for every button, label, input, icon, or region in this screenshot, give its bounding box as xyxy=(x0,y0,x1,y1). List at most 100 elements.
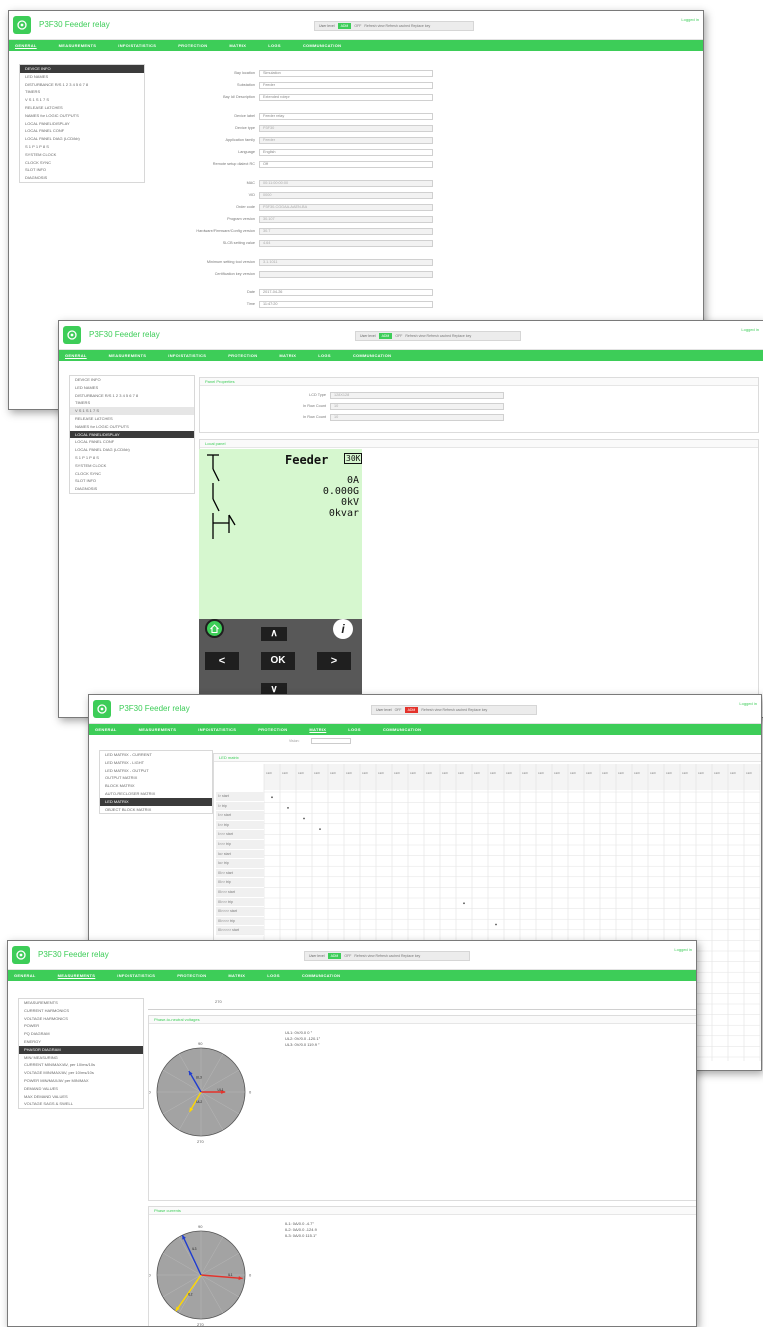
tab-logs[interactable]: LOGS xyxy=(348,727,361,732)
matrix-view-select[interactable] xyxy=(311,738,351,744)
current-phasor-diagram: 90 270 180 0 IL1 IL2 IL3 xyxy=(149,1224,252,1326)
sidebar-item[interactable]: S 1 P 1 P 8 S xyxy=(70,454,194,462)
sidebar-item[interactable]: OUTPUT MATRIX xyxy=(100,774,212,782)
phasor-readout: UL1: 0V/0.0 0 ° UL2: 0V/0.0 -120.1° UL3:… xyxy=(285,1030,320,1048)
field-row: Substation Feeder xyxy=(99,81,433,89)
field-input[interactable]: Off xyxy=(259,160,433,168)
sidebar-item[interactable]: SLOT INFO xyxy=(70,477,194,485)
tab-info-statistics[interactable]: INFO/STATISTICS xyxy=(198,727,236,732)
tab-matrix[interactable]: MATRIX xyxy=(279,353,296,358)
sidebar-item[interactable]: AUTO-RECLOSER MATRIX xyxy=(100,790,212,798)
sidebar-item[interactable]: CLOCK SYNC xyxy=(70,470,194,478)
tab-general[interactable]: GENERAL xyxy=(14,973,36,978)
app-title: P3F30 Feeder relay xyxy=(89,330,160,339)
tab-general[interactable]: GENERAL xyxy=(15,43,37,48)
user-level-value[interactable]: ADM xyxy=(378,333,393,339)
field-input[interactable]: Extended rolepr xyxy=(259,93,433,101)
sidebar-item[interactable]: ENERGY xyxy=(19,1038,143,1046)
sidebar-item[interactable]: DIAGNOSIS xyxy=(70,485,194,493)
user-level-value[interactable]: ADM xyxy=(337,23,352,29)
sidebar-item[interactable]: DEMAND VALUES xyxy=(19,1085,143,1093)
tab-measurements[interactable]: MEASUREMENTS xyxy=(109,353,147,358)
tab-protection[interactable]: PROTECTION xyxy=(177,973,206,978)
tab-logs[interactable]: LOGS xyxy=(318,353,331,358)
sidebar-item[interactable]: PHASOR DIAGRAM xyxy=(19,1045,143,1054)
field-input[interactable]: Simulation xyxy=(259,69,433,77)
tab-protection[interactable]: PROTECTION xyxy=(178,43,207,48)
info-button[interactable]: i xyxy=(333,619,353,639)
user-level-actions[interactable]: Refresh view Refresh cached Replace key xyxy=(364,24,430,28)
field-input[interactable]: Feeder xyxy=(259,81,433,89)
sidebar-item[interactable]: OBJECT BLOCK MATRIX xyxy=(100,806,212,814)
tab-general[interactable]: GENERAL xyxy=(95,727,117,732)
app-title: P3F30 Feeder relay xyxy=(119,704,190,713)
tab-communication[interactable]: COMMUNICATION xyxy=(383,727,422,732)
field-input[interactable]: 11:47:20 xyxy=(259,300,433,308)
sidebar-item[interactable]: MIN/ MEASURING xyxy=(19,1054,143,1062)
sidebar-item[interactable]: DEVICE INFO xyxy=(70,376,194,384)
section-title: Panel Properties xyxy=(200,378,758,386)
sidebar-item[interactable]: SYSTEM CLOCK xyxy=(70,462,194,470)
field-input[interactable]: 2017-04-26 xyxy=(259,288,433,296)
user-level-actions[interactable]: Refresh view Refresh cached Replace key xyxy=(354,954,420,958)
tab-measurements[interactable]: MEASUREMENTS xyxy=(139,727,177,732)
user-level-value[interactable]: ADM xyxy=(404,707,419,713)
ok-button[interactable]: OK xyxy=(261,652,295,670)
tab-protection[interactable]: PROTECTION xyxy=(228,353,257,358)
sidebar-item[interactable]: MAX DEMAND VALUES xyxy=(19,1093,143,1101)
field-label: Time xyxy=(246,302,255,306)
user-level-actions[interactable]: Refresh view Refresh cached Replace key xyxy=(405,334,471,338)
sidebar-item[interactable]: POWER MIN/MAX/AV per MIN/MAX xyxy=(19,1077,143,1085)
sidebar-item[interactable]: VOLTAGE SAGS & SWELL xyxy=(19,1100,143,1108)
tab-communication[interactable]: COMMUNICATION xyxy=(303,43,342,48)
sidebar-item[interactable]: POWER xyxy=(19,1022,143,1030)
tab-measurements[interactable]: MEASUREMENTS xyxy=(58,973,96,978)
sidebar-item[interactable]: LED MATRIX - CURRENT xyxy=(100,751,212,759)
field-readonly: P3F30-CGGAA-AAEN-BA xyxy=(259,203,433,211)
home-button[interactable] xyxy=(205,619,224,638)
sidebar-item[interactable]: VOLTAGE MIN/MAX/AV, per 10/ms/10s xyxy=(19,1069,143,1077)
sidebar-item[interactable]: LED MATRIX - LIGHT xyxy=(100,759,212,767)
sidebar-item[interactable]: LOCAL PANEL DIAG (LCD/kb) xyxy=(70,446,194,454)
field-label: In Row Count xyxy=(302,415,326,419)
field-readonly: Feeder xyxy=(259,136,433,144)
tab-communication[interactable]: COMMUNICATION xyxy=(353,353,392,358)
tab-protection[interactable]: PROTECTION xyxy=(258,727,287,732)
left-button[interactable]: < xyxy=(205,652,239,670)
sidebar-item[interactable]: LED MATRIX xyxy=(100,797,212,806)
sidebar-item[interactable]: RELEASE LATCHES xyxy=(20,104,144,112)
sidebar-item[interactable]: BLOCK MATRIX xyxy=(100,782,212,790)
sidebar-item[interactable]: CURRENT HARMONICS xyxy=(19,1007,143,1015)
sidebar-item[interactable]: NAMES for LOGIC OUTPUTS xyxy=(70,423,194,431)
field-input[interactable]: English xyxy=(259,148,433,156)
field-label: Substation xyxy=(237,83,255,87)
tab-info-statistics[interactable]: INFO/STATISTICS xyxy=(117,973,155,978)
matrix-connection-dot xyxy=(463,902,465,905)
tab-info-statistics[interactable]: INFO/STATISTICS xyxy=(168,353,206,358)
sidebar-item[interactable]: PQ DIAGRAM xyxy=(19,1030,143,1038)
tab-matrix[interactable]: MATRIX xyxy=(309,727,326,732)
lcd-value: 0.000G xyxy=(322,486,359,497)
tab-measurements[interactable]: MEASUREMENTS xyxy=(59,43,97,48)
tab-matrix[interactable]: MATRIX xyxy=(228,973,245,978)
user-level-value[interactable]: ADM xyxy=(327,953,342,959)
tab-logs[interactable]: LOGS xyxy=(268,43,281,48)
tab-general[interactable]: GENERAL xyxy=(65,353,87,358)
sidebar-item[interactable]: CURRENT MIN/MAX/AV, per 10/ms/10s xyxy=(19,1061,143,1069)
sidebar-item[interactable]: LED MATRIX - OUTPUT xyxy=(100,767,212,775)
tab-logs[interactable]: LOGS xyxy=(267,973,280,978)
field-input[interactable]: Feeder relay xyxy=(259,112,433,120)
sidebar-item[interactable]: LOCAL PANEL CONF xyxy=(70,438,194,446)
tab-communication[interactable]: COMMUNICATION xyxy=(302,973,341,978)
window-local-panel: P3F30 Feeder relay User level ADM OFF Re… xyxy=(58,320,763,718)
sidebar-item[interactable]: MEASUREMENTS xyxy=(19,999,143,1007)
tab-info-statistics[interactable]: INFO/STATISTICS xyxy=(118,43,156,48)
sidebar-item[interactable]: LOCAL PANEL/DISPLAY xyxy=(70,430,194,439)
tab-matrix[interactable]: MATRIX xyxy=(229,43,246,48)
field-row: VID 0000 xyxy=(99,191,433,199)
up-button[interactable]: ∧ xyxy=(261,627,287,641)
right-button[interactable]: > xyxy=(317,652,351,670)
phasor-readout: IL1: 0A/0.0 -4.7° IL2: 0A/0.0 -124.9 IL3… xyxy=(285,1221,317,1239)
user-level-actions[interactable]: Refresh view Refresh cached Replace key xyxy=(421,708,487,712)
sidebar-item[interactable]: VOLTAGE HARMONICS xyxy=(19,1015,143,1023)
